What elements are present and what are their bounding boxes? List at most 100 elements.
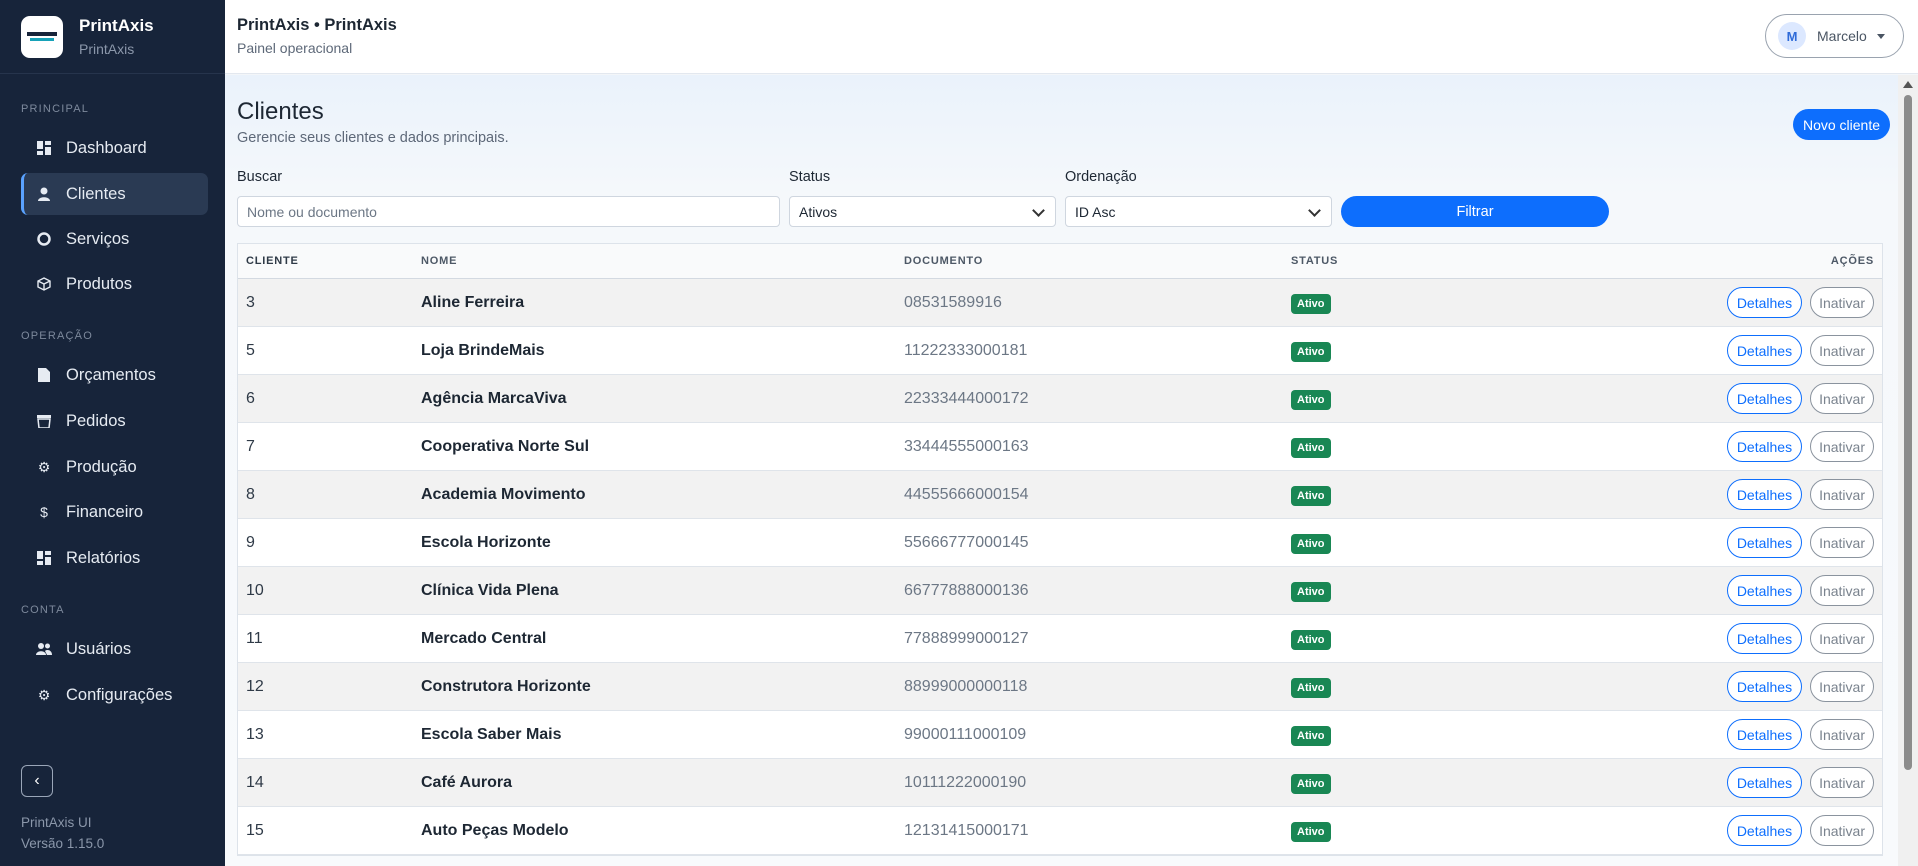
sidebar-item-label: Dashboard (66, 138, 147, 157)
sidebar-item-relatorios[interactable]: Relatórios (21, 537, 208, 579)
cell-documento: 66777888000136 (904, 581, 1029, 599)
table-row: 5 Loja BrindeMais 11222333000181 Ativo Detal… (238, 327, 1882, 375)
table-row: 13 Escola Saber Mais 99000111000109 Ativo De… (238, 711, 1882, 759)
cell-documento: 12131415000171 (904, 821, 1029, 839)
caret-down-icon (1876, 33, 1885, 39)
table-row: 10 Clínica Vida Plena 66777888000136 Ativo D… (238, 567, 1882, 615)
scrollbar[interactable] (1898, 75, 1918, 866)
header-acoes: AÇÕES (1830, 255, 1874, 267)
user-menu-button[interactable]: M Marcelo (1765, 14, 1904, 58)
gear-icon: ⚙ (37, 458, 51, 475)
sidebar-item-produtos[interactable]: Produtos (21, 263, 208, 305)
cell-cliente-id: 8 (246, 485, 255, 503)
details-button[interactable]: Detalhes (1726, 719, 1803, 750)
brand-name: PrintAxis (79, 16, 154, 35)
cell-documento: 44555666000154 (904, 485, 1029, 503)
cell-cliente-id: 12 (246, 677, 264, 695)
cell-documento: 99000111000109 (904, 725, 1027, 743)
search-input[interactable]: Nome ou documento (237, 196, 780, 227)
sidebar-item-financeiro[interactable]: $ Financeiro (21, 491, 208, 533)
details-button[interactable]: Detalhes (1726, 623, 1803, 654)
details-button[interactable]: Detalhes (1726, 767, 1803, 798)
deactivate-button[interactable]: Inativar (1810, 767, 1874, 798)
scroll-thumb[interactable] (1904, 95, 1912, 770)
status-badge: Ativo (1291, 437, 1331, 458)
dollar-icon: $ (40, 504, 48, 520)
page-subtitle: Gerencie seus clientes e dados principai… (237, 130, 509, 146)
new-client-button[interactable]: Novo cliente (1792, 109, 1890, 140)
deactivate-button[interactable]: Inativar (1810, 431, 1874, 462)
status-badge: Ativo (1291, 341, 1331, 362)
filter-button[interactable]: Filtrar (1341, 196, 1609, 227)
file-icon (36, 367, 52, 383)
sidebar-item-configuracoes[interactable]: ⚙ Configurações (21, 674, 208, 716)
cell-cliente-id: 3 (246, 293, 255, 311)
brand[interactable]: PrintAxis PrintAxis (0, 0, 225, 74)
sidebar-item-usuarios[interactable]: Usuários (21, 628, 208, 670)
user-name: Marcelo (1817, 28, 1867, 44)
main-content: Clientes Gerencie seus clientes e dados … (225, 75, 1898, 866)
details-button[interactable]: Detalhes (1726, 815, 1803, 846)
table-row: 15 Auto Peças Modelo 12131415000171 Ativo De… (238, 807, 1882, 855)
details-button[interactable]: Detalhes (1726, 383, 1803, 414)
status-badge: Ativo (1291, 533, 1331, 554)
details-button[interactable]: Detalhes (1726, 335, 1803, 366)
sidebar-item-clientes[interactable]: Clientes (21, 173, 208, 215)
brand-logo (21, 15, 63, 58)
header-documento: DOCUMENTO (904, 255, 984, 267)
header-status: STATUS (1291, 255, 1339, 267)
status-select-value: Ativos (799, 203, 838, 220)
section-label-conta: CONTA (21, 604, 65, 616)
deactivate-button[interactable]: Inativar (1810, 335, 1874, 366)
details-button[interactable]: Detalhes (1726, 527, 1803, 558)
chevron-down-icon (1308, 204, 1321, 217)
table-row: 12 Construtora Horizonte 88999000000118 Ati… (238, 663, 1882, 711)
sidebar-item-dashboard[interactable]: Dashboard (21, 127, 208, 169)
sidebar-item-label: Produtos (66, 274, 133, 293)
details-button[interactable]: Detalhes (1726, 671, 1803, 702)
deactivate-button[interactable]: Inativar (1810, 719, 1874, 750)
order-select[interactable]: ID Asc (1065, 196, 1332, 227)
table-row: 14 Café Aurora 10111222000190 Ativo Detalhes… (238, 759, 1882, 807)
cell-cliente-id: 11 (246, 629, 263, 647)
sidebar-item-producao[interactable]: ⚙ Produção (21, 446, 208, 488)
search-label: Buscar (237, 169, 283, 185)
deactivate-button[interactable]: Inativar (1810, 383, 1874, 414)
deactivate-button[interactable]: Inativar (1810, 575, 1874, 606)
users-icon (36, 641, 52, 657)
cell-nome: Aline Ferreira (421, 293, 525, 311)
table-row: 3 Aline Ferreira 08531589916 Ativo Detalhes I… (238, 279, 1882, 327)
header: PrintAxis • PrintAxis Painel operacional… (225, 0, 1918, 74)
sidebar-item-label: Serviços (66, 229, 130, 248)
scroll-up-arrow-icon[interactable] (1903, 81, 1913, 88)
cell-documento: 33444555000163 (904, 437, 1029, 455)
user-icon (36, 186, 52, 202)
status-badge: Ativo (1291, 677, 1331, 698)
sidebar-item-pedidos[interactable]: Pedidos (21, 400, 208, 442)
details-button[interactable]: Detalhes (1726, 575, 1803, 606)
sidebar-item-label: Usuários (66, 639, 132, 658)
cell-nome: Loja BrindeMais (421, 341, 545, 359)
table-row: 7 Cooperativa Norte Sul 33444555000163 Ativ… (238, 423, 1882, 471)
status-badge: Ativo (1291, 629, 1331, 650)
collapse-sidebar-button[interactable]: ‹ (21, 765, 53, 797)
deactivate-button[interactable]: Inativar (1810, 815, 1874, 846)
cell-nome: Escola Horizonte (421, 533, 551, 551)
table-row: 9 Escola Horizonte 55666777000145 Ativo Deta… (238, 519, 1882, 567)
cell-nome: Escola Saber Mais (421, 725, 562, 743)
deactivate-button[interactable]: Inativar (1810, 479, 1874, 510)
brand-subtitle: PrintAxis (79, 41, 135, 57)
details-button[interactable]: Detalhes (1726, 479, 1803, 510)
sidebar-item-servicos[interactable]: Serviços (21, 218, 208, 260)
deactivate-button[interactable]: Inativar (1810, 527, 1874, 558)
sidebar-item-orcamentos[interactable]: Orçamentos (21, 354, 208, 396)
details-button[interactable]: Detalhes (1726, 431, 1803, 462)
status-select[interactable]: Ativos (789, 196, 1056, 227)
cell-nome: Auto Peças Modelo (421, 821, 569, 839)
deactivate-button[interactable]: Inativar (1810, 623, 1874, 654)
table-header: CLIENTE NOME DOCUMENTO STATUS AÇÕES (238, 244, 1882, 279)
deactivate-button[interactable]: Inativar (1810, 671, 1874, 702)
details-button[interactable]: Detalhes (1726, 287, 1803, 318)
clients-table: CLIENTE NOME DOCUMENTO STATUS AÇÕES 3 Ali… (237, 243, 1883, 856)
deactivate-button[interactable]: Inativar (1810, 287, 1874, 318)
